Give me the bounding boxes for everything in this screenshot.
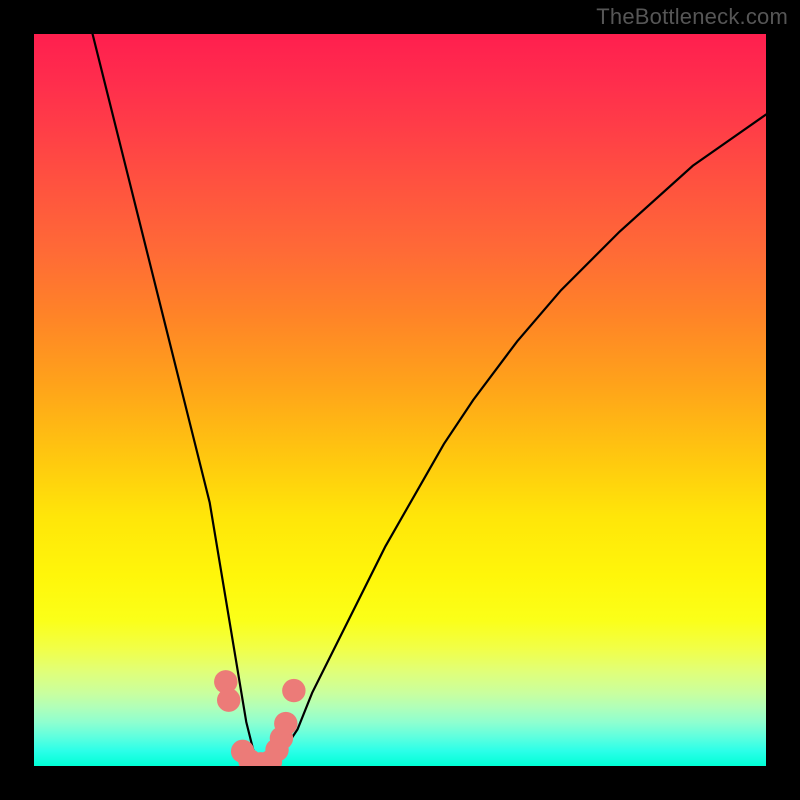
watermark-text: TheBottleneck.com — [596, 4, 788, 30]
curve-markers — [214, 670, 305, 766]
bottleneck-curve — [93, 34, 766, 766]
marker-dot — [274, 712, 297, 735]
marker-dot — [217, 688, 240, 711]
plot-area — [34, 34, 766, 766]
chart-frame: TheBottleneck.com — [0, 0, 800, 800]
curve-layer — [34, 34, 766, 766]
marker-dot — [282, 679, 305, 702]
